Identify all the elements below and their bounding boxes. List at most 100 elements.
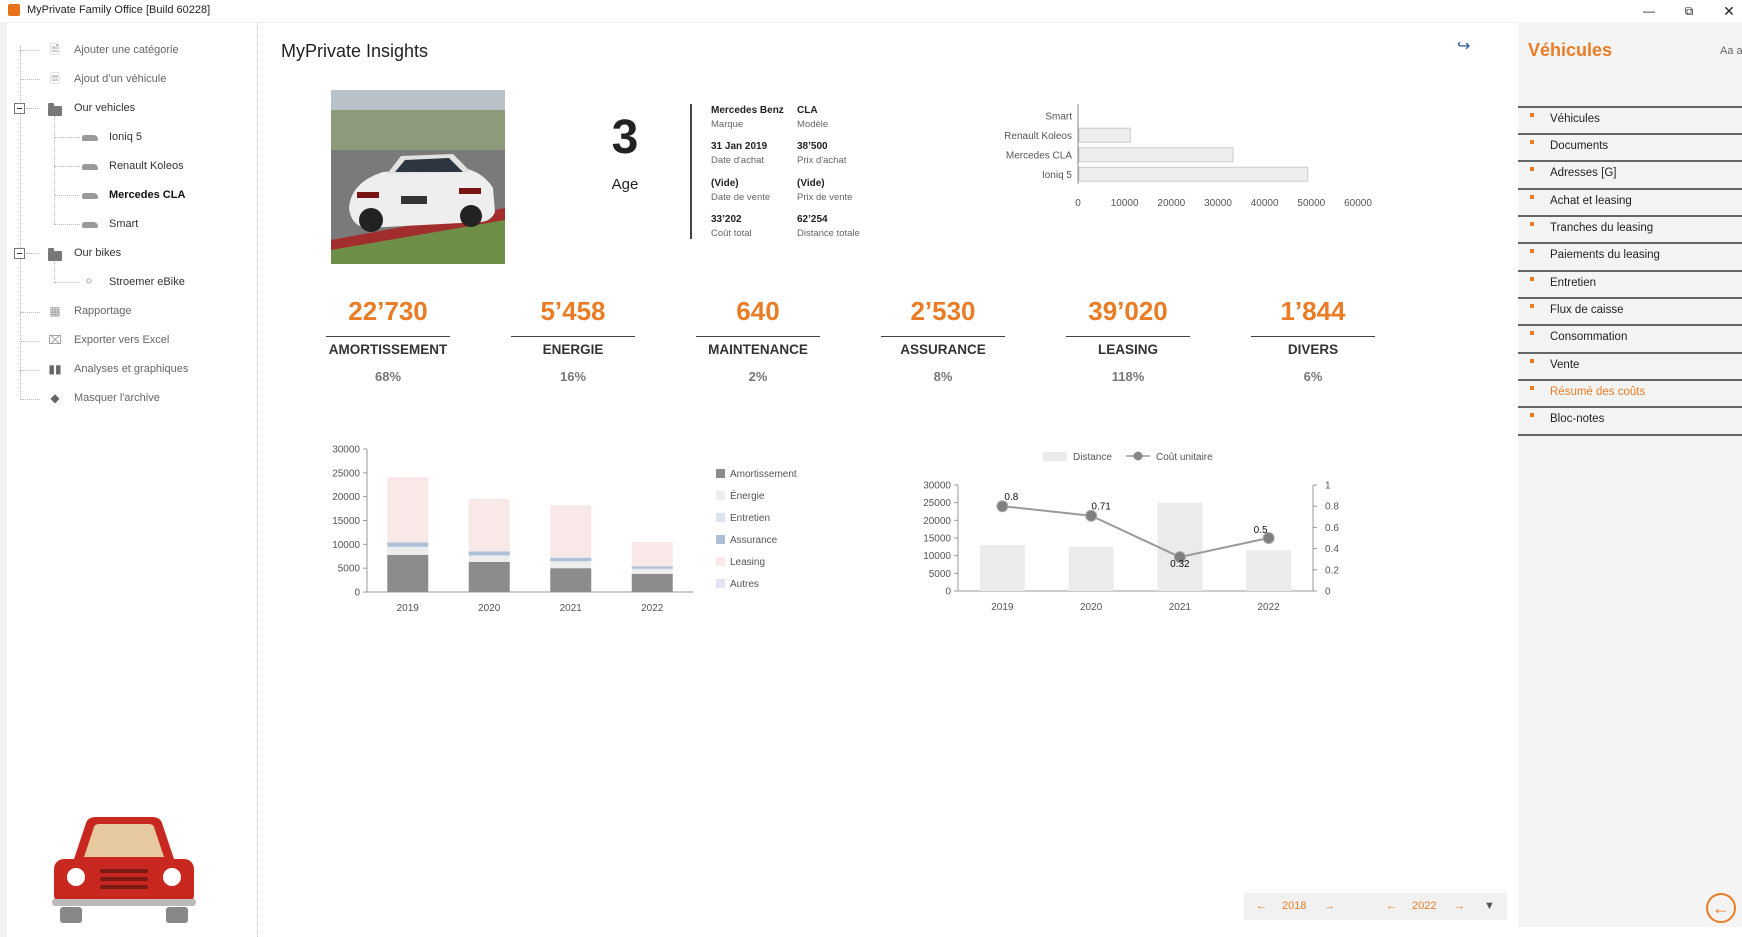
distance-unit-cost-chart: Distance Coût unitaire 0 5000 10000 15000 2000… <box>923 451 1339 613</box>
right-panel-title: Véhicules <box>1528 40 1613 60</box>
legend-label: Entretien <box>730 513 770 524</box>
x-tick-label: 2022 <box>641 603 664 614</box>
refresh-arrow-icon[interactable]: ↪ <box>1457 36 1470 56</box>
stack-segment <box>550 505 592 558</box>
stack-segment <box>631 566 673 569</box>
tree-analyses[interactable]: ▮▮ Analyses et graphiques <box>46 360 246 380</box>
legend-swatch <box>716 491 725 500</box>
total-cost-label: Coût total <box>711 228 752 239</box>
y-tick-label: 15000 <box>923 534 951 545</box>
nav-label: Documents <box>1550 140 1609 152</box>
document-icon: 🗎 <box>50 43 60 57</box>
distance-bar <box>1068 546 1114 591</box>
kpi-energie-label: ENERGIE <box>542 342 604 357</box>
tree-reporting[interactable]: ▦ Rapportage <box>46 302 246 322</box>
distance-by-vehicle-chart: Smart Renault Koleos Mercedes CLA Ioniq 5 0 1… <box>1004 104 1372 209</box>
bullet-icon <box>1530 386 1534 390</box>
y-tick-label: 25000 <box>923 498 951 509</box>
nav-adresses[interactable]: Adresses [G] <box>1518 160 1742 188</box>
minimize-icon[interactable]: — <box>1634 2 1664 20</box>
y-tick-label: 10000 <box>923 551 951 562</box>
y2-tick-label: 0.2 <box>1325 565 1339 576</box>
nav-resume-couts[interactable]: Résumé des coûts <box>1518 379 1742 407</box>
stack-segment <box>387 477 429 543</box>
tree-label: Rapportage <box>74 305 132 317</box>
tree-divider <box>257 22 258 937</box>
bullet-icon <box>1530 331 1534 335</box>
car-illustration-icon <box>52 817 196 923</box>
legend-label: Autres <box>730 579 759 590</box>
car-icon <box>82 164 98 170</box>
bullet-icon <box>1530 249 1534 253</box>
font-size-toggle[interactable]: Aa a <box>1720 45 1742 57</box>
nav-paiements-leasing[interactable]: Paiements du leasing <box>1518 242 1742 270</box>
tree-our-vehicles[interactable]: Our vehicles <box>46 99 246 119</box>
collapse-bikes-icon[interactable] <box>14 248 25 259</box>
nav-label: Tranches du leasing <box>1550 222 1654 234</box>
close-icon[interactable]: ✕ <box>1714 2 1742 20</box>
legend-label: Assurance <box>730 535 778 546</box>
nav-bloc-notes[interactable]: Bloc-notes <box>1518 406 1742 436</box>
nav-documents[interactable]: Documents <box>1518 133 1742 161</box>
category-label: Ioniq 5 <box>1042 170 1072 181</box>
legend-marker <box>1133 451 1143 461</box>
y-tick-label: 15000 <box>332 516 360 527</box>
x-tick-label: 2022 <box>1258 602 1281 613</box>
page-title: MyPrivate Insights <box>281 41 429 61</box>
legend-label: Amortissement <box>730 469 797 480</box>
stack-segment <box>387 546 429 548</box>
tree-vehicle-mercedes-cla[interactable]: Mercedes CLA <box>80 186 240 206</box>
tree-label: Ioniq 5 <box>109 131 143 143</box>
nav-label: Paiements du leasing <box>1550 249 1660 261</box>
model-value: CLA <box>797 105 818 116</box>
legend-swatch <box>716 535 725 544</box>
start-year-next-icon[interactable]: → <box>1324 900 1335 912</box>
tree-vehicle-smart[interactable]: Smart <box>80 215 240 235</box>
collapse-vehicles-icon[interactable] <box>14 103 25 114</box>
x-tick-label: 20000 <box>1157 198 1185 209</box>
tree-add-category[interactable]: 🗎 Ajouter une catégorie <box>46 41 246 61</box>
archive-icon: ◆ <box>50 391 60 405</box>
start-year-prev-icon[interactable]: ← <box>1256 900 1267 912</box>
tree-label: Masquer l'archive <box>74 392 160 404</box>
nav-entretien[interactable]: Entretien <box>1518 270 1742 298</box>
stack-segment <box>468 561 510 592</box>
kpi-energie-pct: 16% <box>559 369 587 384</box>
data-label: 0.5 <box>1254 525 1268 536</box>
kpi-divider <box>1066 336 1190 337</box>
end-year-prev-icon[interactable]: ← <box>1386 900 1397 912</box>
x-tick-label: 0 <box>1075 198 1081 209</box>
nav-vente[interactable]: Vente <box>1518 352 1742 380</box>
end-year-next-icon[interactable]: → <box>1454 900 1465 912</box>
kpi-maintenance-pct: 2% <box>748 369 768 384</box>
bullet-icon <box>1530 359 1534 363</box>
filter-icon[interactable]: ▼ <box>1484 900 1495 912</box>
x-tick-label: 2020 <box>1080 602 1103 613</box>
tree-our-bikes[interactable]: Our bikes <box>46 244 246 264</box>
x-tick-label: 2019 <box>397 603 420 614</box>
nav-label: Flux de caisse <box>1550 304 1624 316</box>
tree-hide-archive[interactable]: ◆ Masquer l'archive <box>46 389 246 409</box>
bullet-icon <box>1530 140 1534 144</box>
kpi-divers-pct: 6% <box>1303 369 1323 384</box>
category-label: Renault Koleos <box>1004 131 1072 142</box>
tree-vehicle-ioniq5[interactable]: Ioniq 5 <box>80 128 240 148</box>
tree-label: Our bikes <box>74 247 122 259</box>
back-arrow-icon[interactable]: ← <box>1706 893 1736 923</box>
nav-tranches-leasing[interactable]: Tranches du leasing <box>1518 215 1742 243</box>
stack-segment <box>468 499 510 552</box>
nav-flux-caisse[interactable]: Flux de caisse <box>1518 297 1742 325</box>
tree-vehicle-renault-koleos[interactable]: Renault Koleos <box>80 157 240 177</box>
restore-icon[interactable]: ⧉ <box>1674 2 1704 20</box>
tree-export-excel[interactable]: ⌧ Exporter vers Excel <box>46 331 246 351</box>
stack-segment <box>387 554 429 592</box>
nav-achat-leasing[interactable]: Achat et leasing <box>1518 188 1742 216</box>
tree-add-vehicle[interactable]: 🗏 Ajout d’un véhicule <box>46 70 246 90</box>
stack-segment <box>550 561 592 569</box>
legend-label: Énergie <box>730 489 765 502</box>
nav-vehicules[interactable]: Véhicules <box>1518 106 1742 134</box>
sale-date-value: (Vide) <box>711 178 739 189</box>
nav-consommation[interactable]: Consommation <box>1518 324 1742 352</box>
tree-bike-stroemer[interactable]: ⚪ Stroemer eBike <box>80 273 240 293</box>
folder-icon <box>48 248 62 261</box>
